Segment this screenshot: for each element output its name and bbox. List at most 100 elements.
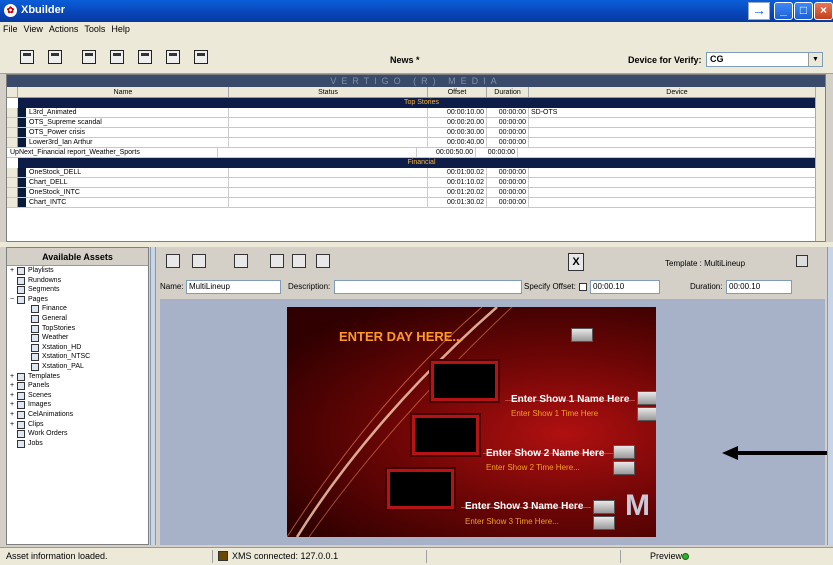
copy-icon[interactable]: [138, 50, 152, 64]
cell-device: [529, 178, 825, 187]
menu-tools[interactable]: Tools: [84, 22, 105, 36]
device-select[interactable]: CG ▼: [706, 52, 823, 67]
section-header[interactable]: Top Stories: [18, 98, 825, 108]
tree-item[interactable]: + Images: [7, 400, 148, 410]
arrow-right-icon[interactable]: →: [748, 2, 770, 20]
verify-icon[interactable]: [194, 50, 208, 64]
column-name[interactable]: Name: [18, 87, 229, 97]
show-2-image[interactable]: [412, 415, 479, 455]
insert-icon[interactable]: [192, 254, 206, 268]
show-2-name-button[interactable]: [613, 445, 635, 459]
cell-name: OneStock_DELL: [26, 168, 229, 177]
description-field[interactable]: [334, 280, 522, 294]
column-duration[interactable]: Duration: [487, 87, 529, 97]
table-row[interactable]: OTS_Supreme scandal 00:00:20.00 00:00:00: [7, 118, 825, 128]
column-device[interactable]: Device: [529, 87, 825, 97]
table-row[interactable]: UpNext_Financial report_Weather_Sports 0…: [7, 148, 825, 158]
new-icon[interactable]: [20, 50, 34, 64]
tree-item[interactable]: General: [7, 314, 148, 324]
name-field[interactable]: MultiLineup: [186, 280, 281, 294]
rundown-icon[interactable]: [166, 50, 180, 64]
cell-status: [229, 118, 428, 127]
tree-expander[interactable]: +: [9, 400, 15, 410]
cell-device: [529, 188, 825, 197]
show-2-time-button[interactable]: [613, 461, 635, 475]
tree-item[interactable]: Weather: [7, 333, 148, 343]
cell-name: OneStock_INTC: [26, 188, 229, 197]
section-header[interactable]: Financial: [18, 158, 825, 168]
column-status[interactable]: Status: [229, 87, 428, 97]
maximize-button[interactable]: □: [794, 2, 813, 20]
menu-help[interactable]: Help: [111, 22, 130, 36]
close-page-button[interactable]: X: [568, 253, 584, 271]
minimize-button[interactable]: _: [774, 2, 793, 20]
table-row[interactable]: Chart_INTC 00:01:30.02 00:00:00: [7, 198, 825, 208]
specify-offset-checkbox[interactable]: [579, 283, 587, 291]
save-all-icon[interactable]: [110, 50, 124, 64]
camera-icon[interactable]: [316, 254, 330, 268]
tree-item[interactable]: Finance: [7, 304, 148, 314]
properties-icon[interactable]: [166, 254, 180, 268]
chevron-down-icon[interactable]: ▼: [808, 53, 822, 66]
show-3-time-button[interactable]: [593, 516, 615, 530]
show-1-time-button[interactable]: [637, 407, 656, 421]
open-icon[interactable]: [48, 50, 62, 64]
menu-view[interactable]: View: [24, 22, 43, 36]
table-row[interactable]: OneStock_DELL 00:01:00.02 00:00:00: [7, 168, 825, 178]
cell-name: L3rd_Animated: [26, 108, 229, 117]
cell-name: UpNext_Financial report_Weather_Sports: [7, 148, 218, 157]
close-window-button[interactable]: ×: [814, 2, 833, 20]
tree-item[interactable]: − Pages: [7, 295, 148, 305]
save-icon[interactable]: [82, 50, 96, 64]
grid-scrollbar[interactable]: [815, 87, 825, 241]
tree-item[interactable]: + Playlists: [7, 266, 148, 276]
tree-item[interactable]: + Clips: [7, 420, 148, 430]
preview-status[interactable]: Preview: [650, 548, 690, 565]
table-row[interactable]: OneStock_INTC 00:01:20.02 00:00:00: [7, 188, 825, 198]
tree-item[interactable]: + Panels: [7, 381, 148, 391]
tree-expander[interactable]: −: [9, 295, 15, 305]
tree-expander[interactable]: +: [9, 266, 15, 276]
page-icon[interactable]: [234, 254, 248, 268]
tree-item[interactable]: Xstation_HD: [7, 343, 148, 353]
show-3-name-button[interactable]: [593, 500, 615, 514]
tree-item[interactable]: Xstation_NTSC: [7, 352, 148, 362]
right-splitter[interactable]: [827, 247, 833, 545]
offset-field[interactable]: 00:00.10: [590, 280, 660, 294]
tree-item[interactable]: + CelAnimations: [7, 410, 148, 420]
table-row[interactable]: Chart_DELL 00:01:10.02 00:00:00: [7, 178, 825, 188]
tree-expander[interactable]: +: [9, 410, 15, 420]
template-preview[interactable]: ENTER DAY HERE... Enter Show 1 Name Here…: [287, 307, 656, 537]
duration-label: Duration:: [690, 282, 723, 291]
table-row[interactable]: Lower3rd_Ian Arthur 00:00:40.00 00:00:00: [7, 138, 825, 148]
table-row[interactable]: L3rd_Animated 00:00:10.00 00:00:00 SD-OT…: [7, 108, 825, 118]
tree-item[interactable]: Segments: [7, 285, 148, 295]
tree-item[interactable]: Rundowns: [7, 276, 148, 286]
show-1-name-button[interactable]: [637, 391, 656, 405]
tree-expander[interactable]: +: [9, 381, 15, 391]
tree-item[interactable]: + Templates: [7, 372, 148, 382]
tree-item[interactable]: Work Orders: [7, 429, 148, 439]
vertical-splitter[interactable]: [150, 247, 156, 545]
column-offset[interactable]: Offset: [428, 87, 487, 97]
menu-file[interactable]: File: [3, 22, 18, 36]
tree-item[interactable]: + Scenes: [7, 391, 148, 401]
show-1-image[interactable]: [431, 361, 498, 401]
template-icon[interactable]: [796, 255, 808, 267]
show-3-image[interactable]: [387, 469, 454, 509]
tree-item[interactable]: Jobs: [7, 439, 148, 449]
tree-expander[interactable]: +: [9, 420, 15, 430]
record-icon[interactable]: [292, 254, 306, 268]
tree-item[interactable]: Xstation_PAL: [7, 362, 148, 372]
table-row[interactable]: OTS_Power crisis 00:00:30.00 00:00:00: [7, 128, 825, 138]
tree-expander[interactable]: +: [9, 372, 15, 382]
tree-item-label: Xstation_NTSC: [42, 353, 91, 361]
row-selector-header: [7, 87, 18, 97]
monitor-icon[interactable]: [270, 254, 284, 268]
duration-field[interactable]: 00:00.10: [726, 280, 792, 294]
cell-offset: 00:00:20.00: [428, 118, 487, 127]
menu-actions[interactable]: Actions: [49, 22, 79, 36]
tree-item[interactable]: TopStories: [7, 324, 148, 334]
tree-expander[interactable]: +: [9, 391, 15, 401]
day-button[interactable]: [571, 328, 593, 342]
